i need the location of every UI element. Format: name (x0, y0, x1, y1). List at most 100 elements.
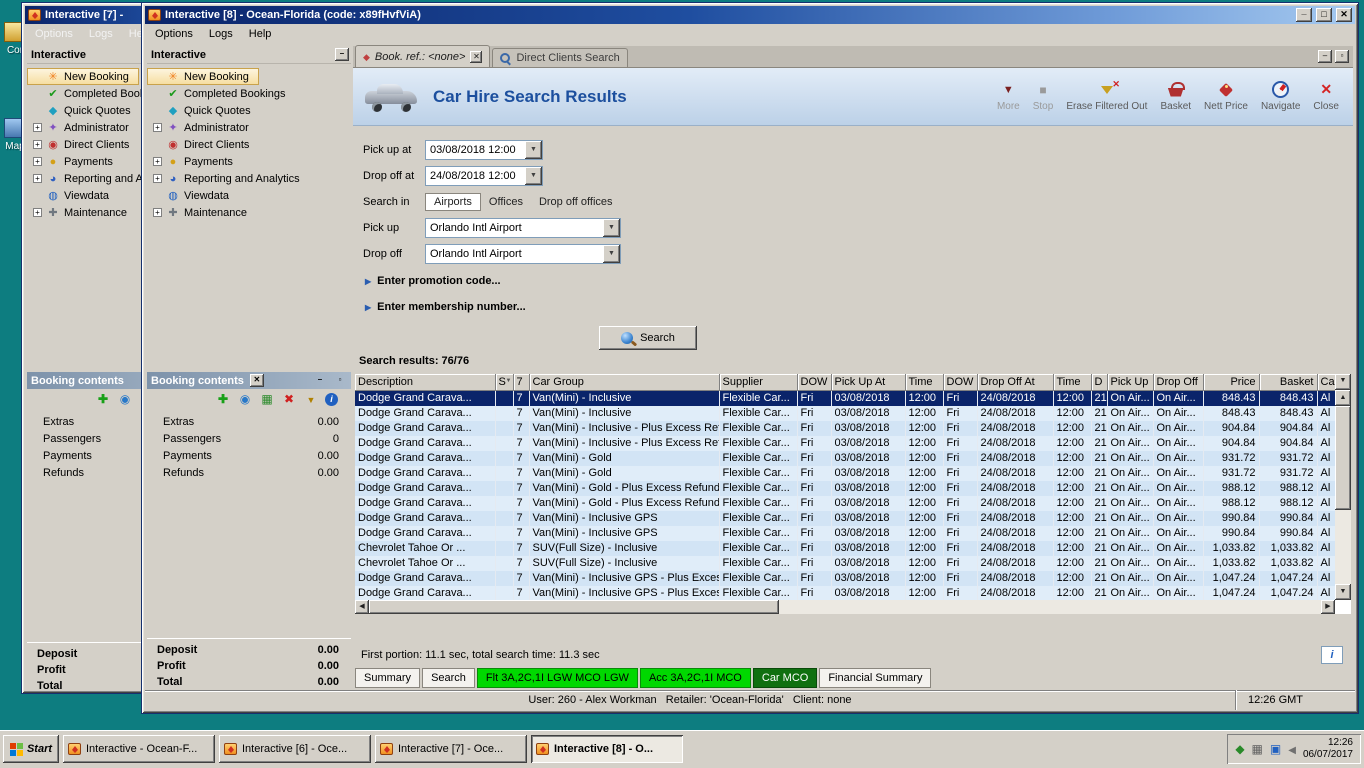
tree-item-maintenance[interactable]: + Maintenance (147, 204, 257, 221)
result-row[interactable]: Dodge Grand Carava... 7 Van(Mini) - Inclus… (355, 390, 1336, 406)
expander-icon[interactable]: + (33, 140, 42, 149)
tab-direct-clients-search[interactable]: Direct Clients Search (492, 48, 628, 67)
booking-contents-titlebar[interactable]: Booking contents – ▫ (147, 372, 351, 389)
membership-number-expander[interactable]: Enter membership number... (365, 298, 1353, 316)
stop-button[interactable]: Stop (1033, 82, 1054, 112)
result-row[interactable]: Dodge Grand Carava... 7 Van(Mini) - Inclus… (355, 420, 1336, 436)
vertical-scroll-thumb[interactable] (1335, 406, 1351, 510)
dropoff-location-select[interactable]: Orlando Intl Airport (425, 244, 621, 264)
result-row[interactable]: Chevrolet Tahoe Or ... 7 SUV(Full Size) - … (355, 540, 1336, 556)
search-in-dropoff-offices[interactable]: Drop off offices (531, 193, 621, 211)
column-header-s[interactable]: S (495, 374, 514, 391)
result-row[interactable]: Dodge Grand Carava... 7 Van(Mini) - Inclus… (355, 510, 1336, 526)
info-button[interactable] (1321, 646, 1343, 664)
column-header-ca[interactable]: Ca (1317, 374, 1336, 391)
result-row[interactable]: Dodge Grand Carava... 7 Van(Mini) - Gold Fl… (355, 450, 1336, 466)
taskbar-button-interactive-8-o[interactable]: Interactive [8] - O... (531, 735, 683, 763)
tree-item-administrator[interactable]: + Administrator (147, 119, 259, 136)
result-row[interactable]: Dodge Grand Carava... 7 Van(Mini) - Gold Fl… (355, 465, 1336, 481)
tray-icon[interactable] (1288, 742, 1296, 756)
tray-icon[interactable] (1235, 742, 1244, 756)
menu-options[interactable]: Options (27, 25, 81, 43)
booking-payments[interactable]: Payments 0.00 (147, 447, 351, 464)
scroll-right-icon[interactable] (1321, 600, 1335, 614)
result-row[interactable]: Dodge Grand Carava... 7 Van(Mini) - Inclus… (355, 570, 1336, 586)
bottom-tab-financial-summary[interactable]: Financial Summary (819, 668, 932, 688)
tree-item-viewdata[interactable]: Viewdata (147, 187, 239, 204)
tree-item-viewdata[interactable]: Viewdata (27, 187, 119, 204)
promotion-code-expander[interactable]: Enter promotion code... (365, 272, 1353, 290)
column-header-price[interactable]: Price (1203, 374, 1260, 391)
tree-item-new-booking[interactable]: New Booking (147, 68, 259, 85)
tree-item-quick-quotes[interactable]: Quick Quotes (27, 102, 141, 119)
tray-clock[interactable]: 12:26 06/07/2017 (1303, 737, 1353, 761)
column-header-drop-off[interactable]: Drop Off (1153, 374, 1204, 391)
expander-icon[interactable]: + (153, 208, 162, 217)
tree-item-payments[interactable]: + Payments (27, 153, 123, 170)
close-button[interactable]: Close (1313, 82, 1339, 112)
expander-icon[interactable]: + (153, 157, 162, 166)
minimize-area-icon[interactable]: – (1318, 50, 1332, 63)
column-header-time[interactable]: Time (905, 374, 944, 391)
search-button[interactable]: Search (599, 326, 697, 350)
info-icon[interactable] (325, 392, 338, 406)
delete-icon[interactable] (281, 392, 297, 406)
tree-item-direct-clients[interactable]: + Direct Clients (27, 136, 139, 153)
tree-item-administrator[interactable]: + Administrator (27, 119, 139, 136)
tree-item-new-booking[interactable]: New Booking (27, 68, 139, 85)
tree-item-maintenance[interactable]: + Maintenance (27, 204, 137, 221)
add-icon[interactable] (95, 392, 111, 406)
vertical-scrollbar[interactable] (1335, 374, 1351, 600)
basket-button[interactable]: Basket (1160, 81, 1191, 112)
dropdown-arrow-icon[interactable] (603, 219, 620, 237)
tree-item-quick-quotes[interactable]: Quick Quotes (147, 102, 261, 119)
booking-extras[interactable]: Extras 0.00 (147, 413, 351, 430)
bottom-tab-acc-3a-2c-1i-mco[interactable]: Acc 3A,2C,1I MCO (639, 668, 751, 688)
scroll-down-icon[interactable] (1335, 584, 1351, 600)
tree-item-direct-clients[interactable]: Direct Clients (147, 136, 259, 153)
taskbar-button-interactive-6-oce[interactable]: Interactive [6] - Oce... (219, 735, 371, 763)
dropdown-arrow-icon[interactable] (525, 167, 542, 185)
restore-area-icon[interactable]: ▫ (1335, 50, 1349, 63)
dropdown-arrow-icon[interactable] (603, 245, 620, 263)
minimize-panel-icon[interactable]: – (313, 374, 327, 387)
globe-icon[interactable] (237, 392, 253, 406)
expander-icon[interactable]: + (33, 208, 42, 217)
tray-icon[interactable] (1252, 742, 1263, 756)
search-in-airports[interactable]: Airports (425, 193, 481, 211)
tree-item-payments[interactable]: + Payments (147, 153, 243, 170)
menu-logs[interactable]: Logs (81, 25, 121, 43)
column-header-dow[interactable]: DOW (797, 374, 832, 391)
column-header-d[interactable]: D (1091, 374, 1108, 391)
horizontal-scrollbar[interactable] (355, 600, 1335, 614)
result-row[interactable]: Dodge Grand Carava... 7 Van(Mini) - Inclus… (355, 585, 1336, 601)
add-icon[interactable] (215, 392, 231, 406)
bottom-tab-flt-3a-2c-1i-lgw-mco-lgw[interactable]: Flt 3A,2C,1I LGW MCO LGW (476, 668, 638, 688)
expander-icon[interactable]: + (33, 123, 42, 132)
expander-icon[interactable]: + (153, 174, 162, 183)
minimize-button[interactable] (1296, 8, 1312, 22)
export-table-icon[interactable] (259, 392, 275, 406)
column-header-time[interactable]: Time (1053, 374, 1092, 391)
float-panel-icon[interactable]: ▫ (333, 374, 347, 387)
result-row[interactable]: Dodge Grand Carava... 7 Van(Mini) - Gold -… (355, 480, 1336, 496)
dropoff-datetime-select[interactable]: 24/08/2018 12:00 (425, 166, 543, 186)
menu-logs[interactable]: Logs (201, 25, 241, 43)
menu-help[interactable]: Help (241, 25, 280, 43)
booking-refunds[interactable]: Refunds 0.00 (147, 464, 351, 481)
horizontal-scroll-thumb[interactable] (369, 600, 779, 614)
column-header-basket[interactable]: Basket (1259, 374, 1318, 391)
titlebar[interactable]: Interactive [8] - Ocean-Florida (code: x… (145, 6, 1355, 24)
close-button[interactable] (1336, 8, 1352, 22)
nett-price-button[interactable]: Nett Price (1204, 82, 1248, 112)
expander-icon[interactable]: + (153, 123, 162, 132)
expander-icon[interactable]: + (33, 174, 42, 183)
taskbar-button-interactive-7-oce[interactable]: Interactive [7] - Oce... (375, 735, 527, 763)
tray-icon[interactable] (1270, 742, 1281, 756)
start-button[interactable]: Start (3, 735, 59, 763)
taskbar-button-interactive-ocean-f[interactable]: Interactive - Ocean-F... (63, 735, 215, 763)
tree-item-completed-bookings[interactable]: Completed Bookings (147, 85, 296, 102)
column-header-car-group[interactable]: Car Group (529, 374, 720, 391)
column-header-description[interactable]: Description (355, 374, 496, 391)
tab-book-ref-none[interactable]: Book. ref.: <none> (355, 45, 491, 67)
